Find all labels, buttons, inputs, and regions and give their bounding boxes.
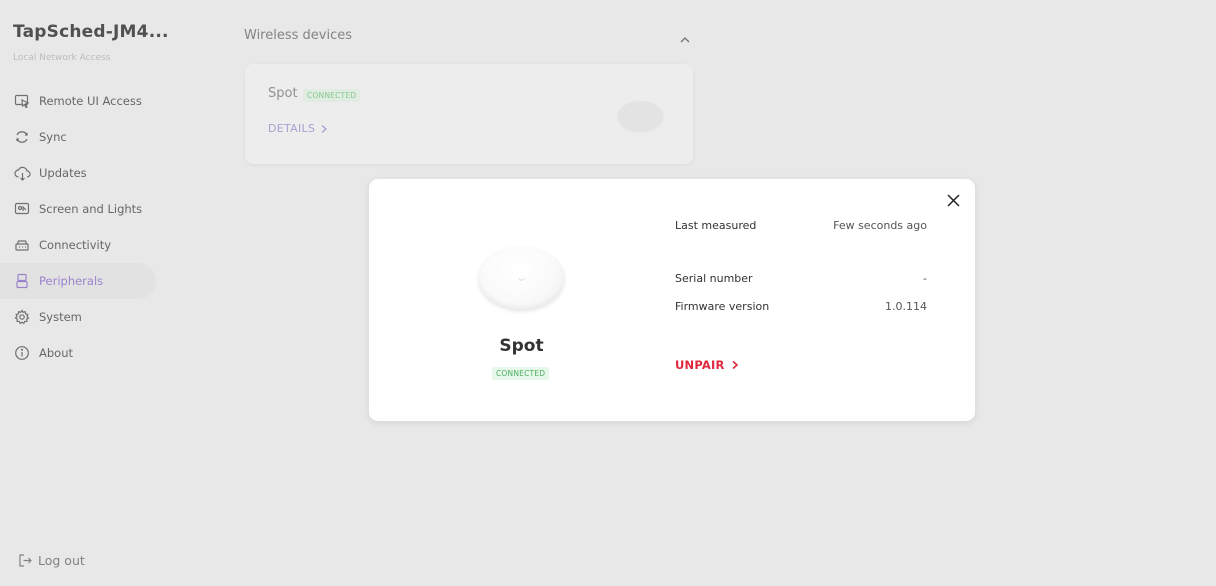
- info-label: Last measured: [675, 219, 757, 232]
- info-value: -: [923, 272, 927, 285]
- info-row-serial-number: Serial number -: [675, 272, 927, 285]
- device-image: [479, 247, 564, 309]
- status-badge: CONNECTED: [492, 367, 550, 380]
- modal-device-name: Spot: [499, 336, 544, 356]
- close-icon[interactable]: [945, 192, 962, 209]
- info-value: 1.0.114: [885, 300, 927, 313]
- info-row-last-measured: Last measured Few seconds ago: [675, 219, 927, 232]
- device-details-modal: Spot CONNECTED Last measured Few seconds…: [369, 179, 975, 421]
- chevron-right-icon: [731, 360, 739, 370]
- info-label: Firmware version: [675, 300, 770, 313]
- info-value: Few seconds ago: [833, 219, 927, 232]
- unpair-label: UNPAIR: [675, 358, 725, 372]
- unpair-button[interactable]: UNPAIR: [675, 358, 739, 372]
- info-label: Serial number: [675, 272, 753, 285]
- info-row-firmware-version: Firmware version 1.0.114: [675, 300, 927, 313]
